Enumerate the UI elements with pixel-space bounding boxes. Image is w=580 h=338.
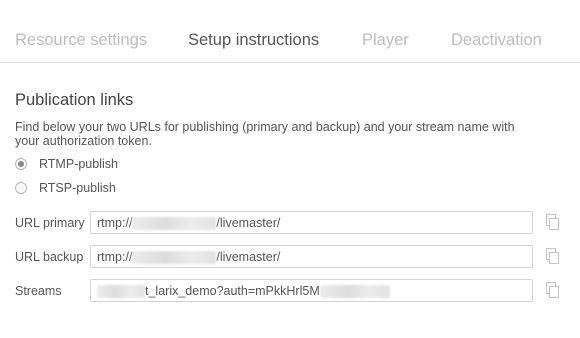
radio-rtmp-publish[interactable]: RTMP-publish: [15, 157, 118, 171]
tab-deactivation[interactable]: Deactivation: [451, 31, 542, 50]
url-primary-field[interactable]: rtmp:// /livemaster/: [90, 211, 533, 234]
radio-button[interactable]: [15, 158, 27, 170]
redacted-stream-prefix: [97, 285, 145, 299]
stream-value: t_larix_demo?auth=mPkkHrl5M: [145, 284, 320, 298]
tab-player[interactable]: Player: [362, 31, 409, 50]
url-backup-label: URL backup: [15, 250, 84, 264]
radio-label: RTMP-publish: [39, 157, 118, 171]
streams-label: Streams: [15, 284, 62, 298]
url-primary-label: URL primary: [15, 216, 85, 230]
redacted-host: [132, 217, 217, 231]
url-prefix: rtmp://: [97, 216, 133, 230]
copy-icon[interactable]: [546, 214, 560, 231]
url-suffix: /livemaster/: [216, 216, 281, 230]
tab-bar: Resource settings Setup instructions Pla…: [0, 0, 580, 63]
radio-rtsp-publish[interactable]: RTSP-publish: [15, 181, 116, 195]
copy-icon[interactable]: [546, 282, 560, 299]
copy-icon[interactable]: [546, 248, 560, 265]
radio-button[interactable]: [15, 182, 27, 194]
redacted-token: [319, 285, 390, 299]
tab-resource-settings[interactable]: Resource settings: [15, 31, 147, 50]
url-suffix: /livemaster/: [216, 250, 281, 264]
section-description: Find below your two URLs for publishing …: [15, 120, 515, 148]
redacted-host: [132, 251, 217, 265]
tab-setup-instructions[interactable]: Setup instructions: [188, 31, 319, 50]
url-backup-field[interactable]: rtmp:// /livemaster/: [90, 245, 533, 268]
radio-label: RTSP-publish: [39, 181, 116, 195]
section-title: Publication links: [15, 91, 134, 109]
url-prefix: rtmp://: [97, 250, 133, 264]
streams-field[interactable]: t_larix_demo?auth=mPkkHrl5M: [90, 279, 533, 302]
